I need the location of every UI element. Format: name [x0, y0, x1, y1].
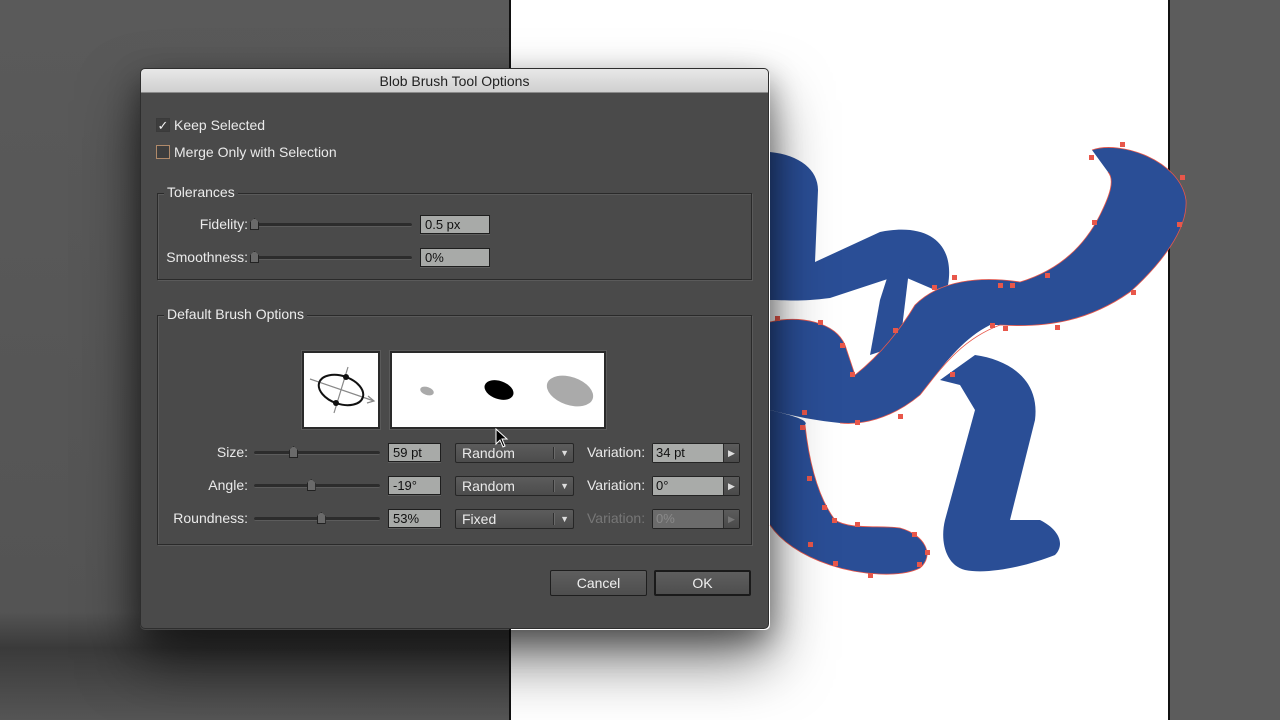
blob-stroke-foot-left [770, 410, 928, 575]
tolerances-group: Tolerances Fidelity: 0.5 px Smoothness: … [157, 184, 752, 280]
ok-button[interactable]: OK [654, 570, 751, 596]
brush-variation-preview [390, 351, 606, 429]
smoothness-input[interactable]: 0% [420, 248, 490, 267]
size-variation-label: Variation: [587, 444, 646, 460]
size-slider[interactable] [254, 446, 380, 460]
blob-brush-options-dialog: Blob Brush Tool Options ✓ Keep Selected … [140, 68, 769, 629]
keep-selected-checkbox-row[interactable]: ✓ Keep Selected [156, 117, 265, 133]
roundness-mode-value: Fixed [462, 511, 497, 527]
triangle-right-icon: ▶ [728, 480, 735, 491]
keep-selected-label: Keep Selected [174, 117, 266, 133]
keep-selected-checkbox[interactable]: ✓ [156, 118, 170, 132]
roundness-slider[interactable] [254, 512, 380, 526]
default-brush-options-group: Default Brush Options Size: 59 pt Random… [157, 306, 752, 545]
angle-variation-field[interactable]: 0° ▶ [652, 476, 740, 496]
fidelity-label: Fidelity: [199, 216, 248, 232]
roundness-label: Roundness: [173, 510, 248, 526]
triangle-right-icon: ▶ [728, 513, 735, 524]
size-variation-input[interactable]: 34 pt [653, 444, 723, 462]
roundness-variation-stepper: ▶ [723, 510, 739, 528]
dialog-titlebar[interactable]: Blob Brush Tool Options [141, 69, 768, 93]
angle-mode-value: Random [462, 478, 515, 494]
merge-only-checkbox-row[interactable]: Merge Only with Selection [156, 144, 337, 160]
angle-variation-label: Variation: [587, 477, 646, 493]
roundness-input[interactable]: 53% [388, 509, 441, 528]
roundness-slider-thumb[interactable] [316, 512, 326, 524]
chevron-down-icon: ▼ [560, 448, 569, 458]
angle-slider-track [254, 484, 380, 488]
angle-variation-input[interactable]: 0° [653, 477, 723, 495]
roundness-variation-input: 0% [653, 510, 723, 528]
size-slider-thumb[interactable] [289, 446, 299, 458]
smoothness-slider-track [254, 256, 412, 260]
brush-shape-preview-icon [309, 366, 376, 414]
brush-shape-preview[interactable] [302, 351, 380, 429]
roundness-mode-dropdown[interactable]: Fixed ▼ [455, 509, 574, 529]
smoothness-label: Smoothness: [166, 249, 248, 265]
fidelity-slider[interactable] [250, 218, 412, 232]
size-slider-track [254, 451, 380, 455]
check-icon: ✓ [157, 117, 169, 133]
blob-stroke-leg-right [940, 355, 1060, 572]
size-variation-field[interactable]: 34 pt ▶ [652, 443, 740, 463]
dropdown-separator [553, 447, 554, 459]
angle-label: Angle: [208, 477, 248, 493]
fidelity-slider-track [254, 223, 412, 227]
dropdown-separator [553, 513, 554, 525]
chevron-down-icon: ▼ [560, 481, 569, 491]
blob-stroke-upper [770, 152, 950, 301]
default-brush-options-group-label: Default Brush Options [164, 306, 307, 322]
brush-variation-preview-icon [420, 375, 594, 407]
angle-mode-dropdown[interactable]: Random ▼ [455, 476, 574, 496]
size-label: Size: [216, 444, 248, 460]
merge-only-with-selection-checkbox[interactable] [156, 145, 170, 159]
tolerances-group-label: Tolerances [164, 184, 238, 200]
smoothness-slider-thumb[interactable] [250, 251, 259, 263]
merge-only-with-selection-label: Merge Only with Selection [174, 144, 337, 160]
chevron-down-icon: ▼ [560, 514, 569, 524]
roundness-variation-label: Variation: [587, 510, 646, 526]
angle-slider-thumb[interactable] [306, 479, 316, 491]
angle-variation-stepper[interactable]: ▶ [723, 477, 739, 495]
smoothness-slider[interactable] [250, 251, 412, 265]
roundness-variation-field: 0% ▶ [652, 509, 740, 529]
fidelity-input[interactable]: 0.5 px [420, 215, 490, 234]
angle-slider[interactable] [254, 479, 380, 493]
fidelity-slider-thumb[interactable] [250, 218, 259, 230]
size-mode-dropdown[interactable]: Random ▼ [455, 443, 574, 463]
cancel-button[interactable]: Cancel [550, 570, 647, 596]
triangle-right-icon: ▶ [728, 447, 735, 458]
size-variation-stepper[interactable]: ▶ [723, 444, 739, 462]
size-input[interactable]: 59 pt [388, 443, 441, 462]
dialog-title: Blob Brush Tool Options [379, 72, 530, 89]
dropdown-separator [553, 480, 554, 492]
angle-input[interactable]: -19° [388, 476, 441, 495]
mouse-cursor-icon [495, 428, 509, 448]
